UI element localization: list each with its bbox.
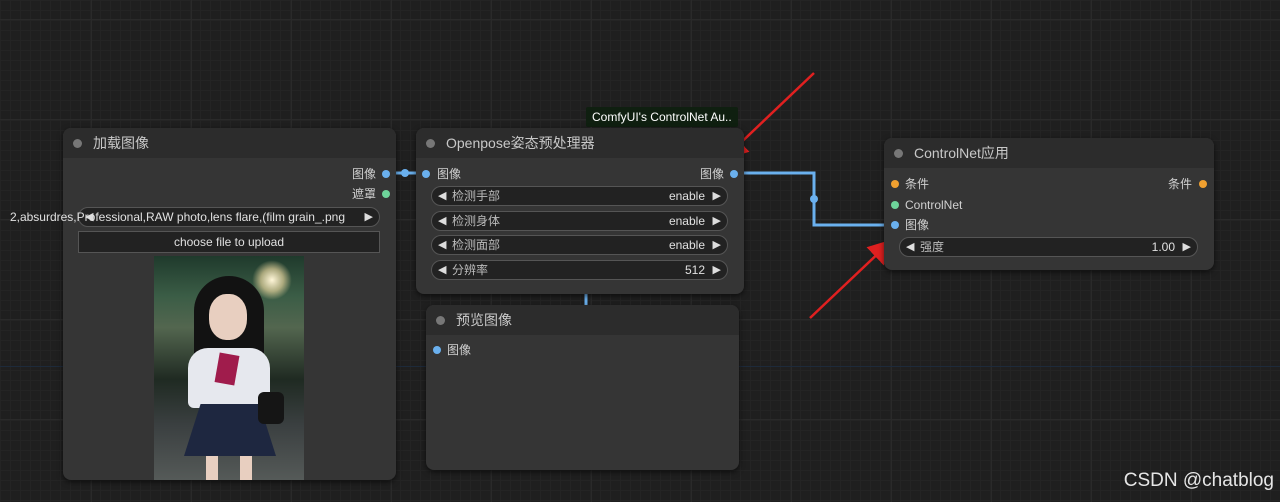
widget-value: enable	[668, 238, 705, 252]
annotation-arrow-bottom	[809, 239, 894, 319]
arrow-left-icon[interactable]: ◀	[906, 238, 914, 256]
node-title-bar[interactable]: ControlNet应用	[884, 138, 1214, 168]
node-title-bar[interactable]: 预览图像	[426, 305, 739, 335]
arrow-left-icon[interactable]: ◀	[438, 212, 446, 230]
watermark: CSDN @chatblog	[1123, 470, 1274, 491]
detect-face-toggle[interactable]: ◀ 检测面部 enable ▶	[431, 235, 728, 255]
widget-value: 512	[684, 263, 705, 277]
output-label-image: 图像	[699, 167, 724, 181]
load-image-node[interactable]: 加载图像 图像 遮罩 ◀ 2,absurdres,Professional,RA…	[10, 128, 396, 480]
preview-image-node[interactable]: 预览图像 图像	[426, 305, 739, 470]
node-title: 加载图像	[93, 135, 149, 151]
widget-value: enable	[668, 189, 705, 203]
resolution-stepper[interactable]: ◀ 分辨率 512 ▶	[431, 260, 728, 280]
preview-photo	[154, 256, 304, 480]
arrow-left-icon[interactable]: ◀	[438, 236, 446, 254]
arrow-right-icon[interactable]: ▶	[713, 212, 721, 230]
collapse-dot-icon[interactable]	[426, 139, 435, 148]
widget-label: 检测手部	[452, 189, 501, 203]
collapse-dot-icon[interactable]	[894, 149, 903, 158]
widget-label: 分辨率	[452, 263, 489, 277]
input-slot-image[interactable]	[422, 170, 430, 178]
openpose-preprocessor-node[interactable]: Openpose姿态预处理器 图像 图像 ◀ 检测手部 enable ▶ ◀ 检…	[416, 128, 744, 294]
controlnet-apply-node[interactable]: ControlNet应用 条件 条件 ControlNet 图像 ◀ 强度 1.…	[884, 138, 1214, 270]
node-title: ControlNet应用	[914, 145, 1009, 161]
output-label-image: 图像	[351, 167, 376, 181]
output-label-mask: 遮罩	[351, 187, 376, 201]
node-tooltip: ComfyUI's ControlNet Au..	[586, 107, 738, 127]
image-file-value: 2,absurdres,Professional,RAW photo,lens …	[9, 210, 345, 224]
input-slot-controlnet[interactable]	[891, 201, 899, 209]
collapse-dot-icon[interactable]	[73, 139, 82, 148]
output-slot-mask[interactable]	[382, 190, 390, 198]
node-title: Openpose姿态预处理器	[446, 135, 595, 151]
input-label-image: 图像	[447, 343, 472, 357]
output-slot-image[interactable]	[382, 170, 390, 178]
input-label-controlnet: ControlNet	[905, 198, 963, 212]
widget-label: 强度	[920, 240, 945, 254]
output-label-conditioning: 条件	[1167, 177, 1192, 191]
node-graph-canvas[interactable]: ComfyUI's ControlNet Au.. 加载图像 图像 遮罩 ◀ 2…	[0, 0, 1280, 502]
node-title: 预览图像	[456, 312, 512, 328]
widget-value: enable	[668, 214, 705, 228]
detect-hand-toggle[interactable]: ◀ 检测手部 enable ▶	[431, 186, 728, 206]
arrow-right-icon[interactable]: ▶	[713, 261, 721, 279]
node-title-bar[interactable]: Openpose姿态预处理器	[416, 128, 744, 158]
input-label-image: 图像	[437, 167, 462, 181]
input-slot-image[interactable]	[433, 346, 441, 354]
image-file-combo[interactable]: ◀ 2,absurdres,Professional,RAW photo,len…	[10, 207, 380, 227]
photo-face	[209, 294, 247, 340]
choose-file-button[interactable]: choose file to upload	[78, 231, 380, 253]
detect-body-toggle[interactable]: ◀ 检测身体 enable ▶	[431, 211, 728, 231]
arrow-right-icon[interactable]: ▶	[365, 208, 373, 226]
widget-label: 检测面部	[452, 238, 501, 252]
input-slot-image[interactable]	[891, 221, 899, 229]
link-midpoint[interactable]	[810, 195, 818, 203]
node-title-bar[interactable]: 加载图像	[63, 128, 396, 158]
arrow-left-icon[interactable]: ◀	[438, 261, 446, 279]
strength-stepper[interactable]: ◀ 强度 1.00 ▶	[899, 237, 1198, 257]
link-midpoint[interactable]	[401, 169, 409, 177]
arrow-right-icon[interactable]: ▶	[713, 187, 721, 205]
output-slot-conditioning[interactable]	[1199, 180, 1207, 188]
widget-value: 1.00	[1151, 240, 1175, 254]
input-slot-conditioning[interactable]	[891, 180, 899, 188]
photo-leg	[240, 456, 252, 480]
photo-bag	[258, 392, 284, 424]
collapse-dot-icon[interactable]	[436, 316, 445, 325]
arrow-left-icon[interactable]: ◀	[438, 187, 446, 205]
photo-leg	[206, 456, 218, 480]
widget-label: 检测身体	[452, 214, 501, 228]
arrow-right-icon[interactable]: ▶	[1183, 238, 1191, 256]
input-label-conditioning: 条件	[905, 177, 930, 191]
arrow-right-icon[interactable]: ▶	[713, 236, 721, 254]
output-slot-image[interactable]	[730, 170, 738, 178]
input-label-image: 图像	[905, 218, 930, 232]
